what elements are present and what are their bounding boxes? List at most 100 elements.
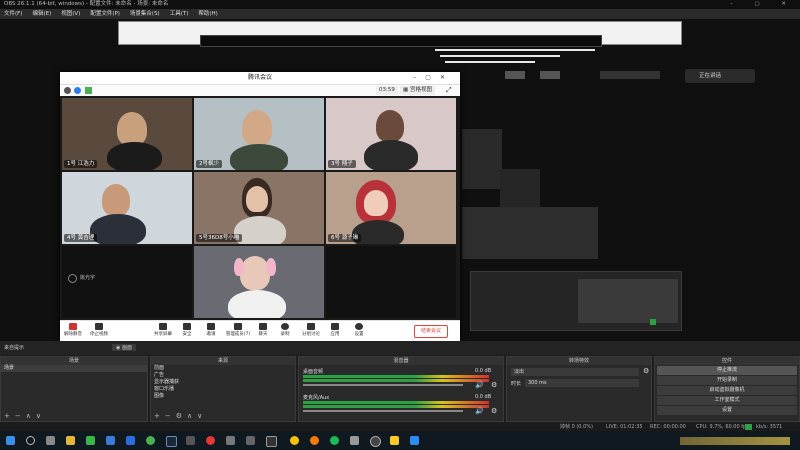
source-item[interactable]: 前面 (151, 365, 295, 372)
participant-tile[interactable]: 姚光宇 (62, 246, 192, 318)
app-icon[interactable] (350, 436, 359, 445)
gear-icon[interactable]: ⚙ (491, 381, 497, 389)
app-icon[interactable] (226, 436, 235, 445)
meeting-timer: 03:59 (376, 86, 398, 95)
app-icon[interactable] (330, 436, 339, 445)
source-item[interactable]: 广告 (151, 372, 295, 379)
meeting-window[interactable]: 腾讯会议 –▢✕ 03:59 ▦ 宫格视图 ⤢ 1号 江浩力 2号枫少 3号 翔… (60, 72, 460, 341)
wechat-icon[interactable] (86, 436, 95, 445)
security-button[interactable]: 安全 (176, 323, 198, 337)
settings-button[interactable]: 设置 (657, 406, 797, 415)
menu-edit[interactable]: 编辑(E) (32, 9, 51, 19)
studio-mode-button[interactable]: 工作室模式 (657, 396, 797, 405)
stop-streaming-button[interactable]: 停止推流 (657, 366, 797, 375)
gear-icon[interactable]: ⚙ (491, 407, 497, 415)
menu-file[interactable]: 文件(F) (4, 9, 22, 19)
record-icon (281, 323, 289, 330)
app-icon[interactable] (310, 436, 319, 445)
app-icon[interactable] (246, 436, 255, 445)
video-grid: 1号 江浩力 2号枫少 3号 翔子 4号 黄吉理 5号36D8号小喵 6号 源子… (60, 96, 460, 320)
dock-tab[interactable]: ◉ 画面 (112, 344, 136, 351)
task-view-icon[interactable] (46, 436, 55, 445)
share-screen-button[interactable]: 共享屏幕 (152, 323, 174, 337)
participant-tile[interactable]: 5号36D8号小喵 (194, 172, 324, 244)
unmute-button[interactable]: 解除静音 (62, 323, 84, 337)
shield-icon[interactable] (74, 87, 81, 94)
nested-dock (462, 129, 502, 189)
mixer-track-level: 0.0 dB (475, 368, 492, 374)
participant-tile[interactable]: 4号 黄吉理 (62, 172, 192, 244)
camera-icon (95, 323, 103, 330)
volume-slider[interactable] (303, 410, 463, 412)
nested-controls (578, 279, 678, 323)
tencent-meeting-icon[interactable] (410, 436, 419, 445)
menu-view[interactable]: 视图(V) (61, 9, 80, 19)
dropped-frames: 掉帧 0 (0.0%) (560, 424, 593, 430)
source-item[interactable]: 图像 (151, 393, 295, 400)
search-icon[interactable] (26, 436, 35, 445)
record-button[interactable]: 录制 (274, 323, 296, 337)
volume-slider[interactable] (303, 384, 463, 386)
mixer-track-name: 麦克风/Aux (303, 395, 330, 401)
meeting-window-controls[interactable]: –▢✕ (413, 72, 454, 84)
start-recording-button[interactable]: 开始录制 (657, 376, 797, 385)
apps-label: 应用 (330, 332, 340, 337)
source-item[interactable]: 窗口乐播 (151, 386, 295, 393)
obs-icon[interactable] (370, 436, 381, 447)
end-meeting-button[interactable]: 结束会议 (414, 325, 448, 338)
app-icon[interactable] (126, 436, 135, 445)
menu-profile[interactable]: 配置文件(P) (90, 9, 120, 19)
fullscreen-icon[interactable]: ⤢ (446, 86, 452, 95)
menu-help[interactable]: 帮助(H) (198, 9, 217, 19)
app-icon[interactable] (106, 436, 115, 445)
share-screen-label: 共享屏幕 (154, 332, 172, 337)
dock-tab[interactable]: 来自提示 (4, 344, 24, 351)
live-time: LIVE: 01:02:35 (606, 424, 643, 430)
apps-button[interactable]: 应用 (324, 323, 346, 337)
steam-icon[interactable] (166, 436, 177, 447)
obs-title: OBS 26.1.1 (64-bit, windows) - 配置文件: 未命名… (4, 1, 169, 7)
chrome-icon[interactable] (290, 436, 299, 445)
avatar-icon (68, 274, 77, 283)
file-explorer-icon[interactable] (66, 436, 75, 445)
dock-tab-bar: 来自提示 ◉ 画面 (0, 341, 800, 355)
participant-tile[interactable]: 3号 翔子 (326, 98, 456, 170)
app-icon[interactable] (146, 436, 155, 445)
system-tray[interactable] (680, 437, 790, 445)
scene-item[interactable]: 场景 (1, 365, 147, 372)
virtual-camera-button[interactable]: 启动虚拟摄像机 (657, 386, 797, 395)
chat-button[interactable]: 聊天 (252, 323, 274, 337)
nested-dock (462, 207, 598, 259)
apps-icon (331, 323, 339, 330)
menu-tools[interactable]: 工具(T) (170, 9, 189, 19)
windows-start-icon[interactable] (6, 436, 15, 445)
scene-tools[interactable]: +−∧∨ (4, 412, 46, 420)
speaker-icon[interactable]: 🔊 (475, 381, 484, 389)
breakout-button[interactable]: 分组讨论 (300, 323, 322, 337)
participant-tile[interactable]: 6号 源子琳 (326, 172, 456, 244)
speaking-label: 正在讲话 (699, 73, 722, 79)
duration-input[interactable]: 300 ms (525, 379, 639, 387)
invite-button[interactable]: 邀请 (200, 323, 222, 337)
stop-video-button[interactable]: 停止视频 (88, 323, 110, 337)
app-icon[interactable] (266, 436, 277, 447)
window-controls[interactable]: – ▢ ✕ (730, 0, 796, 9)
participant-tile-empty (326, 246, 456, 318)
scenes-header: 场景 (1, 357, 147, 365)
app-icon[interactable] (186, 436, 195, 445)
transition-select[interactable]: 淡出 (511, 368, 639, 376)
app-icon[interactable] (390, 436, 399, 445)
view-toggle[interactable]: ▦ 宫格视图 (400, 86, 435, 95)
participant-tile[interactable]: 1号 江浩力 (62, 98, 192, 170)
netease-icon[interactable] (206, 436, 215, 445)
participant-tile[interactable]: 2号枫少 (194, 98, 324, 170)
gear-icon[interactable]: ⚙ (643, 367, 649, 375)
manage-members-button[interactable]: 管理成员(7) (224, 323, 252, 337)
participant-tile[interactable] (194, 246, 324, 318)
settings-button[interactable]: 设置 (348, 323, 370, 337)
speaker-icon[interactable]: 🔊 (475, 407, 484, 415)
info-icon[interactable] (64, 87, 71, 94)
menu-scene-collection[interactable]: 场景集合(S) (130, 9, 160, 19)
source-item[interactable]: 显示器捕获 (151, 379, 295, 386)
source-tools[interactable]: +−⚙∧∨ (154, 412, 207, 420)
